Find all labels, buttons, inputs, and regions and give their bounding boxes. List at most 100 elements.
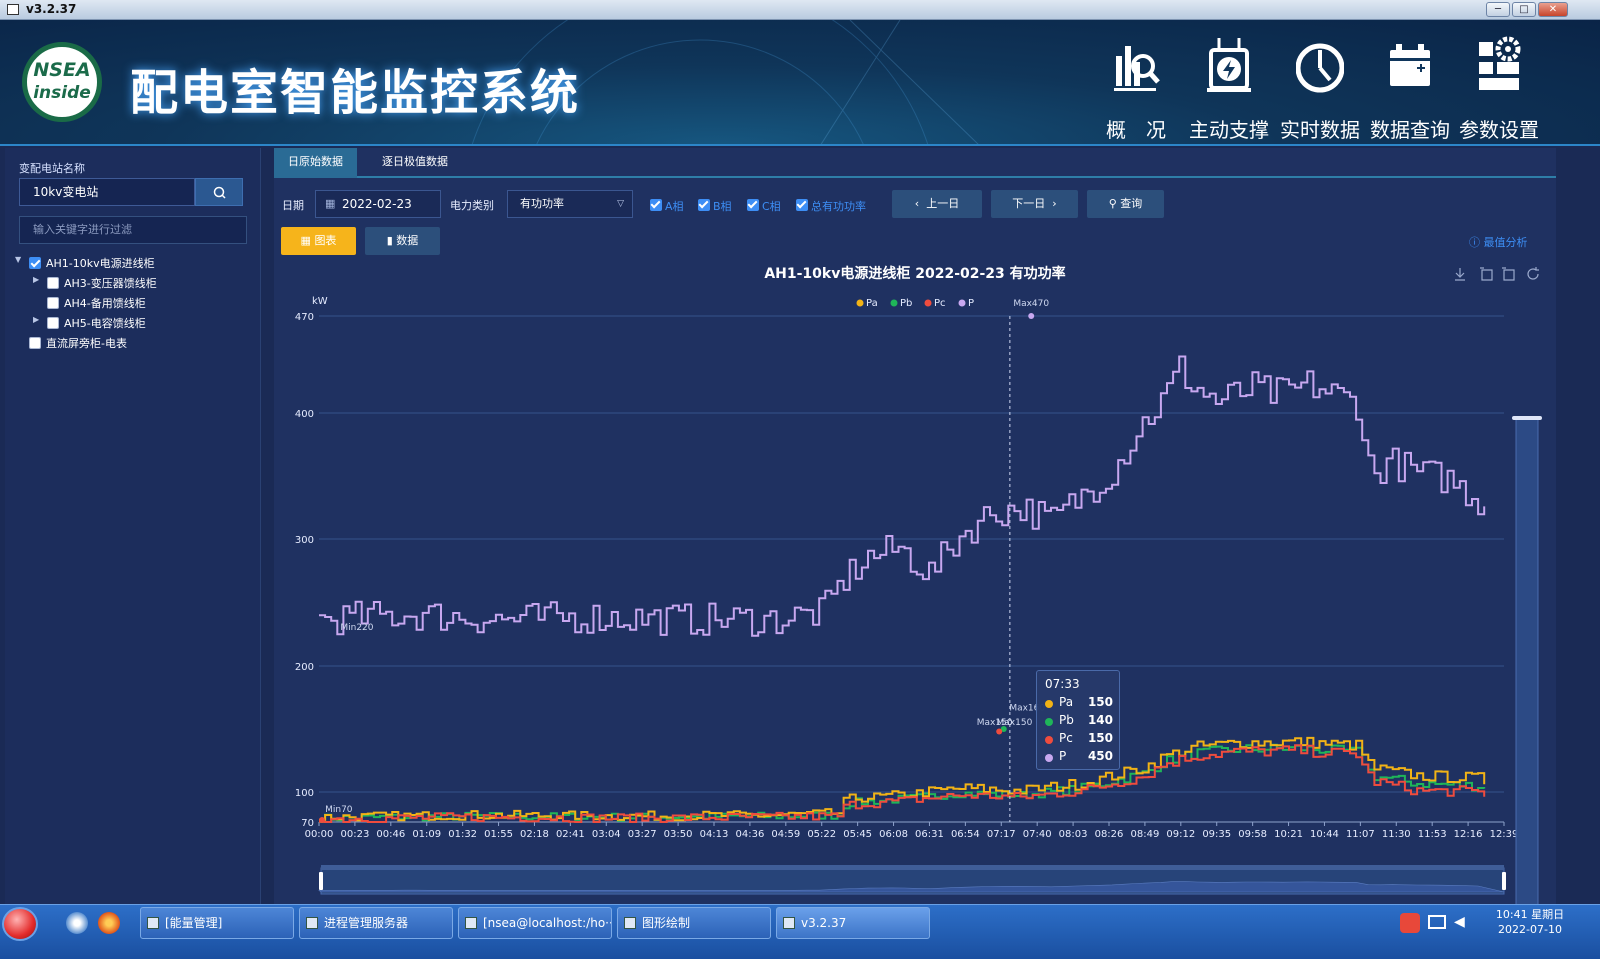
x-tick-label: 04:59 xyxy=(771,829,800,840)
marker-label: Min70 xyxy=(325,805,353,815)
network-icon[interactable] xyxy=(1428,915,1446,929)
station-input[interactable]: 10kv变电站 xyxy=(19,178,195,206)
checkbox-phase-b[interactable] xyxy=(698,199,710,211)
tree-label: AH1-10kv电源进线柜 xyxy=(46,257,155,270)
query-label: 查询 xyxy=(1120,197,1143,210)
tooltip-series-name: Pc xyxy=(1059,731,1073,745)
x-tick-label: 06:08 xyxy=(879,829,908,840)
app-header: NSEA inside 配电室智能监控系统 概 况 主动支撑 实时数据 数据查询… xyxy=(0,20,1600,146)
nav-active-support[interactable]: 主动支撑 xyxy=(1189,32,1269,142)
x-tick-label: 11:07 xyxy=(1346,829,1375,840)
tree-checkbox-dc-meter[interactable] xyxy=(29,337,41,349)
x-tick-label: 01:55 xyxy=(484,829,513,840)
nsea-logo: NSEA inside xyxy=(22,42,102,122)
logo-text-bottom: inside xyxy=(33,83,91,103)
next-day-button[interactable]: 下一日 › xyxy=(991,190,1078,218)
extreme-analysis-link[interactable]: ⓘ 最值分析 xyxy=(1469,234,1528,250)
station-search-button[interactable] xyxy=(195,178,243,206)
expanded-arrow-icon[interactable]: ▼ xyxy=(15,255,25,264)
checkbox-total-power[interactable] xyxy=(796,199,808,211)
chart-view-button[interactable]: ▦ 图表 xyxy=(281,227,356,255)
collapsed-arrow-icon[interactable]: ▶ xyxy=(33,315,43,324)
overview-chart-icon xyxy=(1114,46,1160,91)
app-window-icon xyxy=(7,4,19,15)
tree-checkbox-ah4[interactable] xyxy=(47,297,59,309)
check-total-power-label: 总有功功率 xyxy=(811,200,866,213)
tooltip-series-value: 450 xyxy=(1087,749,1113,763)
zoom-reset-icon[interactable] xyxy=(1502,267,1515,281)
date-label: 日期 xyxy=(282,199,304,212)
legend-label-pc: Pc xyxy=(934,298,946,309)
minimize-button[interactable]: ─ xyxy=(1486,2,1510,17)
tree-node-ah3[interactable]: ▶ AH3-变压器馈线柜 xyxy=(13,274,253,292)
download-icon[interactable] xyxy=(1455,268,1465,281)
y-axis-unit: kW xyxy=(312,296,328,307)
terminal-icon xyxy=(465,917,477,929)
data-view-button[interactable]: ▮ 数据 xyxy=(365,227,440,255)
task-app-v3[interactable]: v3.2.37 xyxy=(776,907,930,939)
network-globe-icon[interactable] xyxy=(66,912,88,934)
system-clock[interactable]: 10:41 星期日 2022-07-10 xyxy=(1480,907,1580,937)
task-label: 进程管理服务器 xyxy=(324,916,409,930)
nav-overview[interactable]: 概 况 xyxy=(1096,32,1176,142)
input-method-icon[interactable] xyxy=(1400,913,1420,933)
tooltip-row-p: P 450 xyxy=(1045,749,1117,767)
nav-settings-label: 参数设置 xyxy=(1459,118,1539,142)
tab-daily-extreme[interactable]: 逐日极值数据 xyxy=(368,148,462,178)
x-tick-label: 01:32 xyxy=(448,829,477,840)
tree-filter-input[interactable]: 输入关键字进行过滤 xyxy=(19,216,247,244)
legend-marker-pb xyxy=(890,299,898,307)
check-phase-c-label: C相 xyxy=(762,200,781,213)
tooltip-series-name: P xyxy=(1059,749,1067,763)
bar-chart-icon: ▮ xyxy=(386,234,397,247)
vertical-zoom-slider xyxy=(1515,417,1539,904)
tree-checkbox-ah1[interactable] xyxy=(29,257,41,269)
nav-data-query[interactable]: 数据查询 xyxy=(1370,32,1450,142)
x-tick-label: 11:30 xyxy=(1382,829,1411,840)
marker-label: Max150 xyxy=(997,718,1033,728)
checkbox-phase-c[interactable] xyxy=(747,199,759,211)
x-tick-label: 07:17 xyxy=(987,829,1016,840)
refresh-icon[interactable] xyxy=(1527,267,1539,280)
power-support-icon xyxy=(1207,38,1251,92)
x-tick-label: 02:18 xyxy=(520,829,549,840)
nav-settings[interactable]: 参数设置 xyxy=(1459,32,1539,142)
tree-node-ah5[interactable]: ▶ AH5-电容馈线柜 xyxy=(13,314,253,332)
close-button[interactable]: ✕ xyxy=(1538,2,1568,17)
tooltip-series-value: 150 xyxy=(1087,731,1113,745)
volume-icon[interactable]: ◀ xyxy=(1454,914,1465,930)
tooltip-series-dot xyxy=(1045,700,1053,708)
info-icon: ⓘ xyxy=(1469,236,1484,249)
x-tick-label: 06:54 xyxy=(951,829,980,840)
tab-daily-raw[interactable]: 日原始数据 xyxy=(274,148,357,178)
start-menu-icon[interactable] xyxy=(2,907,38,941)
task-process-server[interactable]: 进程管理服务器 xyxy=(299,907,453,939)
tree-node-dc-meter[interactable]: 直流屏旁柜-电表 xyxy=(13,334,253,352)
firefox-icon[interactable] xyxy=(98,912,120,934)
query-button[interactable]: ⚲ 查询 xyxy=(1087,190,1164,218)
tree-node-ah1[interactable]: ▼ AH1-10kv电源进线柜 xyxy=(13,254,253,272)
task-graphics[interactable]: 图形绘制 xyxy=(617,907,771,939)
collapsed-arrow-icon[interactable]: ▶ xyxy=(33,275,43,284)
task-terminal[interactable]: [nsea@localhost:/ho··· xyxy=(458,907,612,939)
checkbox-phase-a[interactable] xyxy=(650,199,662,211)
nav-realtime-data[interactable]: 实时数据 xyxy=(1280,32,1360,142)
date-picker[interactable]: ▦ 2022-02-23 xyxy=(315,190,441,218)
maximize-button[interactable]: □ xyxy=(1512,2,1536,17)
window-titlebar: v3.2.37 ─ □ ✕ xyxy=(0,0,1600,20)
y-tick-label: 70 xyxy=(301,818,314,829)
tree-checkbox-ah3[interactable] xyxy=(47,277,59,289)
series-line-p xyxy=(319,355,1486,637)
prev-day-button[interactable]: ‹ 上一日 xyxy=(892,190,982,218)
window-icon xyxy=(306,917,318,929)
power-type-select[interactable]: 有功功率 ▽ xyxy=(507,190,633,218)
x-tick-label: 09:35 xyxy=(1202,829,1231,840)
station-label: 变配电站名称 xyxy=(19,162,85,175)
x-tick-label: 02:41 xyxy=(556,829,585,840)
zoom-icon[interactable] xyxy=(1480,267,1493,281)
tree-checkbox-ah5[interactable] xyxy=(47,317,59,329)
marker-label: Min220 xyxy=(340,623,373,633)
tree-node-ah4[interactable]: AH4-备用馈线柜 xyxy=(13,294,253,312)
task-energy-management[interactable]: [能量管理] xyxy=(140,907,294,939)
tooltip-row-pc: Pc 150 xyxy=(1045,731,1117,749)
